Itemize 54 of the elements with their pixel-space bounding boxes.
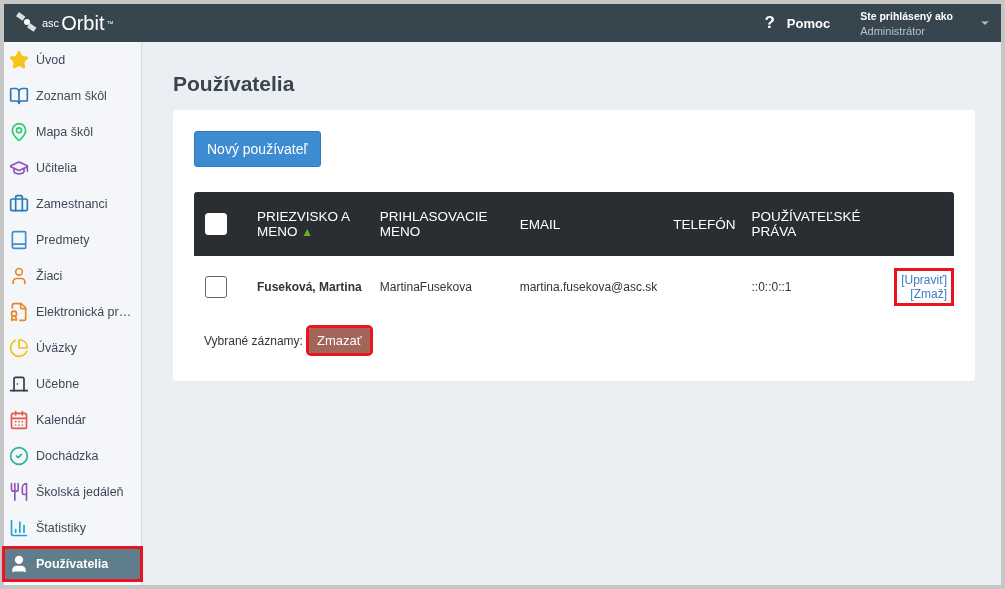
utensils-icon <box>9 482 29 502</box>
help-link[interactable]: ? Pomoc <box>764 13 831 33</box>
briefcase-icon <box>9 194 29 214</box>
sidebar-item[interactable]: Predmety <box>4 222 141 258</box>
star-icon <box>9 50 29 70</box>
logo-prefix: asc <box>42 17 60 29</box>
certificate-icon <box>9 302 29 322</box>
check-circle-icon <box>9 446 29 466</box>
sidebar-item[interactable]: Elektronická pr… <box>4 294 141 330</box>
calendar-icon <box>9 410 29 430</box>
column-header[interactable]: PRIEZVISKO A MENO ▲ <box>249 192 372 256</box>
new-user-button[interactable]: Nový používateľ <box>194 131 321 167</box>
door-icon <box>9 374 29 394</box>
selected-records-label: Vybrané záznamy: <box>204 333 303 348</box>
book-icon <box>9 230 29 250</box>
graduation-cap-icon <box>9 158 29 178</box>
book-icon <box>9 86 29 106</box>
table-cell: Fuseková, Martina <box>249 256 372 318</box>
column-header[interactable]: POUŽÍVATEĽSKÉ PRÁVA <box>743 192 887 256</box>
column-header[interactable]: PRIHLASOVACIE MENO <box>371 192 512 256</box>
table-cell: MartinaFusekova <box>371 256 512 318</box>
logo-text: Orbit <box>61 11 105 35</box>
table-cell: ::0::0::1 <box>743 256 887 318</box>
column-header[interactable]: TELEFÓN <box>665 192 744 256</box>
page-title: Používatelia <box>173 72 296 96</box>
row-checkbox[interactable] <box>205 276 227 298</box>
sidebar-item[interactable]: Používatelia <box>2 546 143 582</box>
sidebar-item[interactable]: Mapa škôl <box>4 114 141 150</box>
delete-link[interactable]: [Zmaž] <box>910 287 947 301</box>
select-all-checkbox[interactable] <box>205 213 227 235</box>
sidebar-item[interactable]: Štatistiky <box>4 510 141 546</box>
sidebar-item[interactable]: Zoznam škôl <box>4 78 141 114</box>
user-name[interactable]: Administrátor <box>860 24 953 37</box>
person-icon <box>9 554 29 574</box>
sidebar-item[interactable]: Učebne <box>4 366 141 402</box>
edit-link[interactable]: [Upraviť] <box>901 273 947 287</box>
sidebar-item[interactable]: Školská jedáleň <box>4 474 141 510</box>
sidebar-item[interactable]: Úvod <box>4 42 141 78</box>
sidebar-item[interactable]: Učitelia <box>4 150 141 186</box>
sidebar-item[interactable]: Úväzky <box>4 330 141 366</box>
delete-button[interactable]: Zmazať <box>308 328 370 353</box>
map-pin-icon <box>9 122 29 142</box>
pie-chart-icon <box>9 338 29 358</box>
login-label: Ste prihlásený ako <box>860 9 953 22</box>
sidebar-item[interactable]: Dochádzka <box>4 438 141 474</box>
sort-up-icon: ▲ <box>301 224 314 239</box>
bar-chart-icon <box>9 518 29 538</box>
sidebar-item[interactable]: Kalendár <box>4 402 141 438</box>
column-header[interactable]: EMAIL <box>511 192 666 256</box>
table-cell: martina.fusekova@asc.sk <box>511 256 666 318</box>
logo[interactable]: asc Orbit$^{™}$ <box>16 11 114 35</box>
sidebar-item[interactable]: Zamestnanci <box>4 186 141 222</box>
sidebar-item[interactable]: Žiaci <box>4 258 141 294</box>
person-icon <box>9 266 29 286</box>
